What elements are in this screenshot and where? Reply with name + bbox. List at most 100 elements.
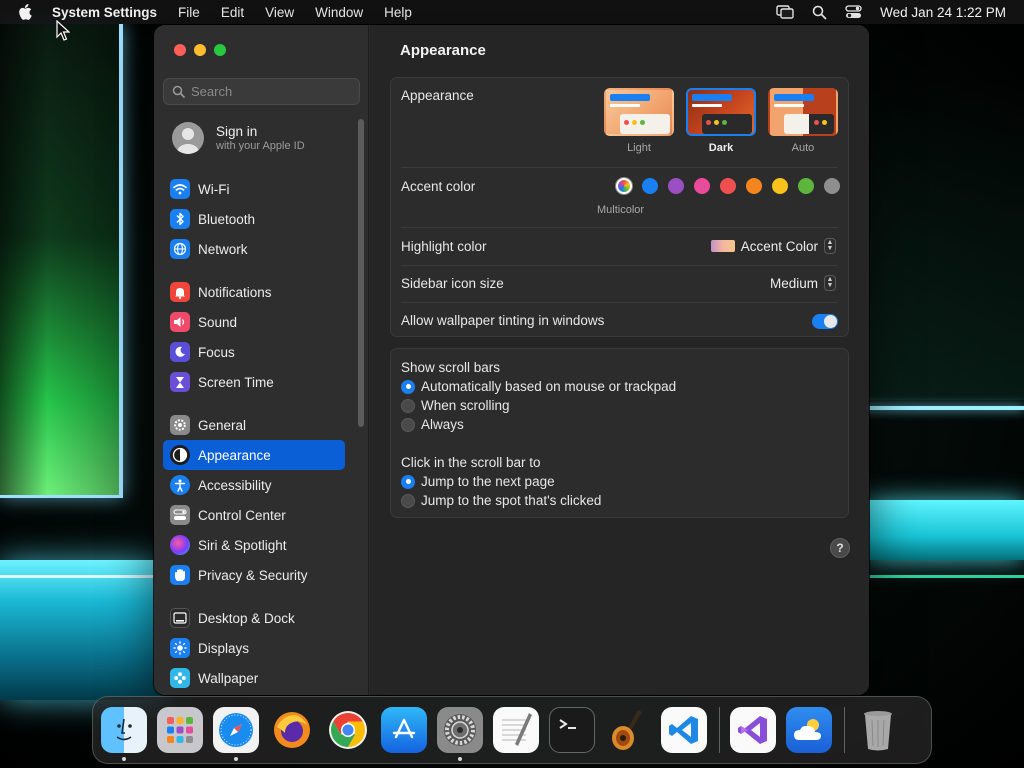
garageband-app[interactable] xyxy=(605,707,651,753)
appearance-option-caption: Auto xyxy=(791,142,815,154)
highlight-color-value: Accent Color xyxy=(740,238,818,254)
sidebar-item-notifications[interactable]: Notifications xyxy=(163,277,345,307)
divider xyxy=(401,302,838,303)
divider xyxy=(401,265,838,266)
apple-menu-icon[interactable] xyxy=(18,3,36,21)
radio-button[interactable] xyxy=(401,417,415,432)
search-field[interactable] xyxy=(163,78,360,105)
menubar-clock[interactable]: Wed Jan 24 1:22 PM xyxy=(880,5,1006,20)
apple-id-signin[interactable]: Sign in with your Apple ID xyxy=(172,122,305,154)
sidebar-item-desktop-dock[interactable]: Desktop & Dock xyxy=(163,603,345,633)
terminal-app[interactable] xyxy=(549,707,595,753)
bluetooth-icon xyxy=(170,209,190,229)
minimize-window-button[interactable] xyxy=(194,44,206,56)
accent-orange[interactable] xyxy=(746,178,762,194)
launchpad-app[interactable] xyxy=(157,707,203,753)
scroll-bars-option-when-scrolling[interactable]: When scrolling xyxy=(401,398,510,413)
sidebar-item-bluetooth[interactable]: Bluetooth xyxy=(163,204,345,234)
sidebar-group-network: Wi-Fi Bluetooth Network xyxy=(163,174,345,264)
visual-studio-app[interactable] xyxy=(730,707,776,753)
chrome-icon xyxy=(329,711,367,749)
menu-view[interactable]: View xyxy=(265,5,294,20)
sidebar-group-desktop: Desktop & Dock Displays Wallpaper xyxy=(163,603,345,693)
terminal-icon xyxy=(559,719,576,729)
radio-button[interactable] xyxy=(401,474,415,489)
sidebar-item-network[interactable]: Network xyxy=(163,234,345,264)
appearance-option-light[interactable]: Light xyxy=(604,88,674,154)
click-scroll-option-spot-clicked[interactable]: Jump to the spot that's clicked xyxy=(401,493,601,508)
sidebar-item-focus[interactable]: Focus xyxy=(163,337,345,367)
radio-label: Jump to the spot that's clicked xyxy=(421,493,602,508)
sidebar-item-sound[interactable]: Sound xyxy=(163,307,345,337)
control-center-icon[interactable] xyxy=(845,5,862,19)
sidebar-group-notifications: Notifications Sound Focus Screen Time xyxy=(163,277,345,397)
sidebar-item-siri-spotlight[interactable]: Siri & Spotlight xyxy=(163,530,345,560)
wallpaper-tinting-toggle[interactable] xyxy=(812,314,838,329)
sidebar-item-accessibility[interactable]: Accessibility xyxy=(163,470,345,500)
accent-color-swatches xyxy=(616,178,840,194)
search-input[interactable] xyxy=(191,84,351,99)
sidebar-item-privacy-security[interactable]: Privacy & Security xyxy=(163,560,345,590)
accent-selected-caption: Multicolor xyxy=(597,204,645,216)
sidebar-icon-size-label: Sidebar icon size xyxy=(401,276,504,291)
menu-window[interactable]: Window xyxy=(315,5,363,20)
sidebar-item-appearance[interactable]: Appearance xyxy=(163,440,345,470)
sidebar-item-label: Desktop & Dock xyxy=(198,610,295,626)
zoom-window-button[interactable] xyxy=(214,44,226,56)
menu-file[interactable]: File xyxy=(178,5,200,20)
sidebar-item-wifi[interactable]: Wi-Fi xyxy=(163,174,345,204)
close-window-button[interactable] xyxy=(174,44,186,56)
sidebar-item-label: Screen Time xyxy=(198,374,274,390)
scroll-bars-option-automatic[interactable]: Automatically based on mouse or trackpad xyxy=(401,379,676,394)
control-center-icon xyxy=(170,505,190,525)
trash-icon xyxy=(864,711,892,751)
screen-mirroring-icon[interactable] xyxy=(776,5,794,19)
signin-subtitle: with your Apple ID xyxy=(216,140,305,152)
accent-purple[interactable] xyxy=(668,178,684,194)
safari-app[interactable] xyxy=(213,707,259,761)
sidebar-item-wallpaper[interactable]: Wallpaper xyxy=(163,663,345,693)
sidebar-item-screen-time[interactable]: Screen Time xyxy=(163,367,345,397)
gear-icon xyxy=(444,714,476,746)
radio-button[interactable] xyxy=(401,379,415,394)
help-button[interactable]: ? xyxy=(830,538,850,558)
firefox-app[interactable] xyxy=(269,707,315,753)
vscode-app[interactable] xyxy=(661,707,707,753)
accent-pink[interactable] xyxy=(694,178,710,194)
scroll-bars-option-always[interactable]: Always xyxy=(401,417,464,432)
menu-help[interactable]: Help xyxy=(384,5,412,20)
system-settings-app[interactable] xyxy=(437,707,483,761)
appearance-option-auto[interactable]: Auto xyxy=(768,88,838,154)
accent-color-label: Accent color xyxy=(401,179,476,194)
sidebar-item-control-center[interactable]: Control Center xyxy=(163,500,345,530)
spotlight-search-icon[interactable] xyxy=(812,5,827,20)
appearance-option-dark[interactable]: Dark xyxy=(686,88,756,154)
accent-multicolor[interactable] xyxy=(616,178,632,194)
accent-graphite[interactable] xyxy=(824,178,840,194)
highlight-color-popup[interactable]: Accent Color ▲ ▼ xyxy=(710,238,836,254)
sidebar-item-label: Wallpaper xyxy=(198,670,259,686)
menu-app-name[interactable]: System Settings xyxy=(52,5,157,20)
accent-blue[interactable] xyxy=(642,178,658,194)
sidebar-icon-size-popup[interactable]: Medium ▲ ▼ xyxy=(770,275,836,291)
weather-app[interactable] xyxy=(786,707,832,753)
firefox-icon xyxy=(274,712,310,748)
sidebar-item-general[interactable]: General xyxy=(163,410,345,440)
trash[interactable] xyxy=(855,707,901,753)
appearance-settings-card: Appearance Light Dark Auto Accent color … xyxy=(390,77,849,337)
chrome-app[interactable] xyxy=(325,707,371,753)
accent-green[interactable] xyxy=(798,178,814,194)
sidebar-item-label: General xyxy=(198,417,247,433)
click-scroll-option-next-page[interactable]: Jump to the next page xyxy=(401,474,555,489)
finder-app[interactable] xyxy=(101,707,147,761)
radio-button[interactable] xyxy=(401,398,415,413)
sidebar-item-displays[interactable]: Displays xyxy=(163,633,345,663)
sidebar-item-label: Displays xyxy=(198,640,250,656)
accent-red[interactable] xyxy=(720,178,736,194)
sidebar-scrollbar[interactable] xyxy=(358,119,364,427)
menu-edit[interactable]: Edit xyxy=(221,5,244,20)
textedit-app[interactable] xyxy=(493,707,539,753)
accent-yellow[interactable] xyxy=(772,178,788,194)
radio-button[interactable] xyxy=(401,493,415,508)
app-store-app[interactable] xyxy=(381,707,427,753)
